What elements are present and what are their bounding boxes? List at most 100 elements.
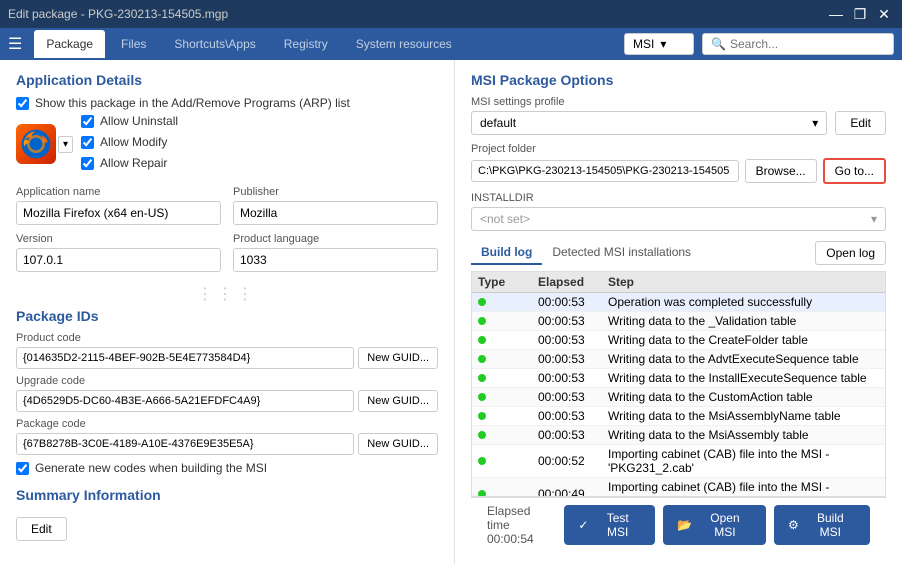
search-input[interactable] xyxy=(730,37,885,51)
generate-codes-row: Generate new codes when building the MSI xyxy=(16,461,438,475)
tab-files[interactable]: Files xyxy=(109,30,158,58)
summary-section: Summary Information Edit xyxy=(16,487,438,541)
browse-button[interactable]: Browse... xyxy=(745,159,817,183)
status-dot xyxy=(478,412,486,420)
build-msi-button[interactable]: ⚙ Build MSI xyxy=(774,505,870,545)
version-field: Version xyxy=(16,233,221,272)
product-lang-field: Product language xyxy=(233,233,438,272)
app-icon-dropdown[interactable]: ▾ xyxy=(58,136,73,153)
package-code-new-guid[interactable]: New GUID... xyxy=(358,433,438,455)
product-code-input[interactable] xyxy=(16,347,354,369)
log-step: Operation was completed successfully xyxy=(608,295,879,309)
generate-codes-label: Generate new codes when building the MSI xyxy=(35,461,267,475)
log-table: Type Elapsed Step 00:00:53 Operation was… xyxy=(471,271,886,497)
log-body[interactable]: 00:00:53 Operation was completed success… xyxy=(472,293,885,496)
profile-edit-button[interactable]: Edit xyxy=(835,111,886,135)
allow-repair-checkbox[interactable] xyxy=(81,157,94,170)
allow-repair-row: Allow Repair xyxy=(81,156,178,170)
right-panel: MSI Package Options MSI settings profile… xyxy=(455,60,902,564)
log-table-header: Type Elapsed Step xyxy=(472,272,885,293)
menubar: ☰ Package Files Shortcuts\Apps Registry … xyxy=(0,28,902,60)
generate-codes-checkbox[interactable] xyxy=(16,462,29,475)
log-type-cell xyxy=(478,393,538,401)
test-msi-label: Test MSI xyxy=(594,511,641,539)
elapsed-value: 00:00:54 xyxy=(487,532,556,546)
tab-package[interactable]: Package xyxy=(34,30,105,58)
installdir-dropdown[interactable]: <not set> ▾ xyxy=(471,207,886,231)
log-type-cell xyxy=(478,374,538,382)
elapsed-label: Elapsed time xyxy=(487,504,556,532)
tab-shortcuts-apps[interactable]: Shortcuts\Apps xyxy=(162,30,267,58)
footer: Elapsed time 00:00:54 ✓ Test MSI 📂 Open … xyxy=(471,497,886,552)
main-content: Application Details Show this package in… xyxy=(0,60,902,564)
minimize-button[interactable]: — xyxy=(826,4,846,24)
tab-system-resources[interactable]: System resources xyxy=(344,30,464,58)
status-dot xyxy=(478,490,486,496)
open-msi-button[interactable]: 📂 Open MSI xyxy=(663,505,766,545)
test-msi-button[interactable]: ✓ Test MSI xyxy=(564,505,655,545)
maximize-button[interactable]: ❐ xyxy=(850,4,870,24)
app-icon-wrapper: ▾ xyxy=(16,124,73,164)
allow-uninstall-checkbox[interactable] xyxy=(81,115,94,128)
status-dot xyxy=(478,431,486,439)
tab-registry[interactable]: Registry xyxy=(272,30,340,58)
log-step: Writing data to the MsiAssembly table xyxy=(608,428,879,442)
log-row: 00:00:52 Importing cabinet (CAB) file in… xyxy=(472,445,885,478)
summary-edit-button[interactable]: Edit xyxy=(16,517,67,541)
show-arp-row: Show this package in the Add/Remove Prog… xyxy=(16,96,438,110)
product-lang-label: Product language xyxy=(233,233,438,245)
open-msi-label: Open MSI xyxy=(698,511,752,539)
col-step: Step xyxy=(608,275,867,289)
publisher-input[interactable] xyxy=(233,201,438,225)
firefox-svg xyxy=(18,126,54,162)
package-ids-title: Package IDs xyxy=(16,308,438,324)
product-code-group: Product code New GUID... xyxy=(16,332,438,369)
log-row: 00:00:53 Writing data to the AdvtExecute… xyxy=(472,350,885,369)
status-dot xyxy=(478,393,486,401)
log-row: 00:00:53 Writing data to the MsiAssembly… xyxy=(472,407,885,426)
product-lang-input[interactable] xyxy=(233,248,438,272)
package-code-group: Package code New GUID... xyxy=(16,418,438,455)
app-name-label: Application name xyxy=(16,186,221,198)
project-folder-input[interactable] xyxy=(471,160,739,182)
product-code-new-guid[interactable]: New GUID... xyxy=(358,347,438,369)
allow-modify-checkbox[interactable] xyxy=(81,136,94,149)
app-name-field: Application name xyxy=(16,186,221,225)
hamburger-icon[interactable]: ☰ xyxy=(8,34,22,54)
open-log-button[interactable]: Open log xyxy=(815,241,886,265)
version-input[interactable] xyxy=(16,248,221,272)
msi-profile-dropdown[interactable]: default ▾ xyxy=(471,111,827,135)
show-arp-checkbox[interactable] xyxy=(16,97,29,110)
search-box[interactable]: 🔍 xyxy=(702,33,894,55)
status-dot xyxy=(478,374,486,382)
log-step: Importing cabinet (CAB) file into the MS… xyxy=(608,480,879,496)
close-button[interactable]: ✕ xyxy=(874,4,894,24)
summary-title: Summary Information xyxy=(16,487,438,503)
log-step: Writing data to the _Validation table xyxy=(608,314,879,328)
log-type-cell xyxy=(478,355,538,363)
log-step: Writing data to the MsiAssemblyName tabl… xyxy=(608,409,879,423)
build-log-header: Build log Detected MSI installations Ope… xyxy=(471,241,886,265)
log-step: Writing data to the CreateFolder table xyxy=(608,333,879,347)
installdir-label: INSTALLDIR xyxy=(471,192,886,204)
detected-msi-tab[interactable]: Detected MSI installations xyxy=(542,241,701,265)
log-type-cell xyxy=(478,317,538,325)
upgrade-code-input[interactable] xyxy=(16,390,354,412)
log-step: Writing data to the InstallExecuteSequen… xyxy=(608,371,879,385)
package-code-input[interactable] xyxy=(16,433,354,455)
titlebar-title: Edit package - PKG-230213-154505.mgp xyxy=(8,7,228,21)
msi-type-dropdown[interactable]: MSI ▾ xyxy=(624,33,694,55)
status-dot xyxy=(478,457,486,465)
build-msi-label: Build MSI xyxy=(805,511,856,539)
folder-icon: 📂 xyxy=(677,518,692,532)
app-name-input[interactable] xyxy=(16,201,221,225)
log-elapsed: 00:00:53 xyxy=(538,295,608,309)
package-ids-section: Package IDs Product code New GUID... Upg… xyxy=(16,308,438,475)
build-log-tab[interactable]: Build log xyxy=(471,241,542,265)
divider-dots: ⋮⋮⋮ xyxy=(16,284,438,304)
msi-profile-value: default xyxy=(480,116,516,130)
product-code-row: New GUID... xyxy=(16,347,438,369)
project-folder-row: Browse... Go to... xyxy=(471,158,886,184)
goto-button[interactable]: Go to... xyxy=(823,158,886,184)
upgrade-code-new-guid[interactable]: New GUID... xyxy=(358,390,438,412)
